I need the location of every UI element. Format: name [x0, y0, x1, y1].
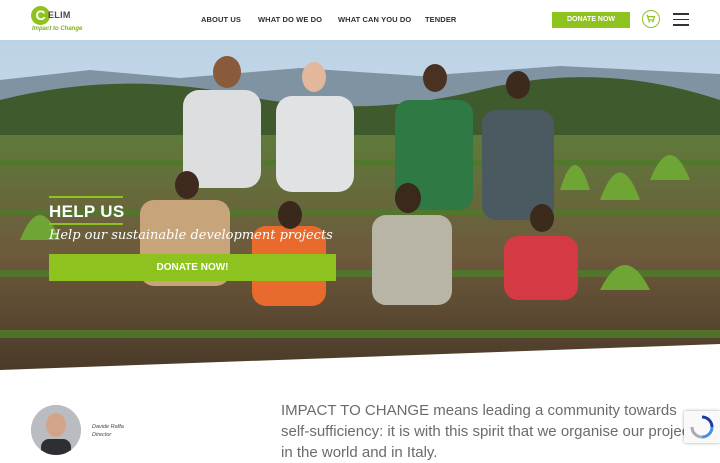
recaptcha-icon — [690, 415, 714, 439]
header-donate-button[interactable]: DONATE NOW — [552, 12, 630, 28]
director-role: Director — [92, 432, 112, 438]
hamburger-menu-button[interactable] — [673, 13, 689, 26]
cart-icon — [646, 14, 656, 23]
hero-title-underline — [49, 223, 123, 225]
director-name: Davide Raffa — [92, 424, 124, 430]
director-avatar — [31, 405, 81, 455]
recaptcha-badge[interactable] — [684, 411, 720, 443]
hero-subtitle: Help our sustainable development project… — [49, 228, 333, 243]
hero-donate-button[interactable]: DONATE NOW! — [49, 254, 336, 281]
intro-paragraph: IMPACT TO CHANGE means leading a communi… — [281, 402, 701, 461]
hero-title-overline — [49, 196, 123, 198]
cart-button[interactable] — [642, 10, 660, 28]
nav-what-can-you-do[interactable]: WHAT CAN YOU DO — [338, 15, 411, 24]
site-header: C ELIM Impact to Change ABOUT US WHAT DO… — [0, 0, 720, 40]
logo-tagline: Impact to Change — [32, 26, 83, 32]
nav-about-us[interactable]: ABOUT US — [201, 15, 241, 24]
nav-what-do-we-do[interactable]: WHAT DO WE DO — [258, 15, 322, 24]
hero-title: HELP US — [49, 202, 125, 221]
hamburger-menu-icon — [673, 13, 689, 15]
logo-text: ELIM — [48, 10, 71, 20]
hero-banner: HELP US Help our sustainable development… — [0, 40, 720, 370]
nav-tender[interactable]: TENDER — [425, 15, 456, 24]
celim-logo[interactable]: C ELIM Impact to Change — [31, 6, 91, 36]
